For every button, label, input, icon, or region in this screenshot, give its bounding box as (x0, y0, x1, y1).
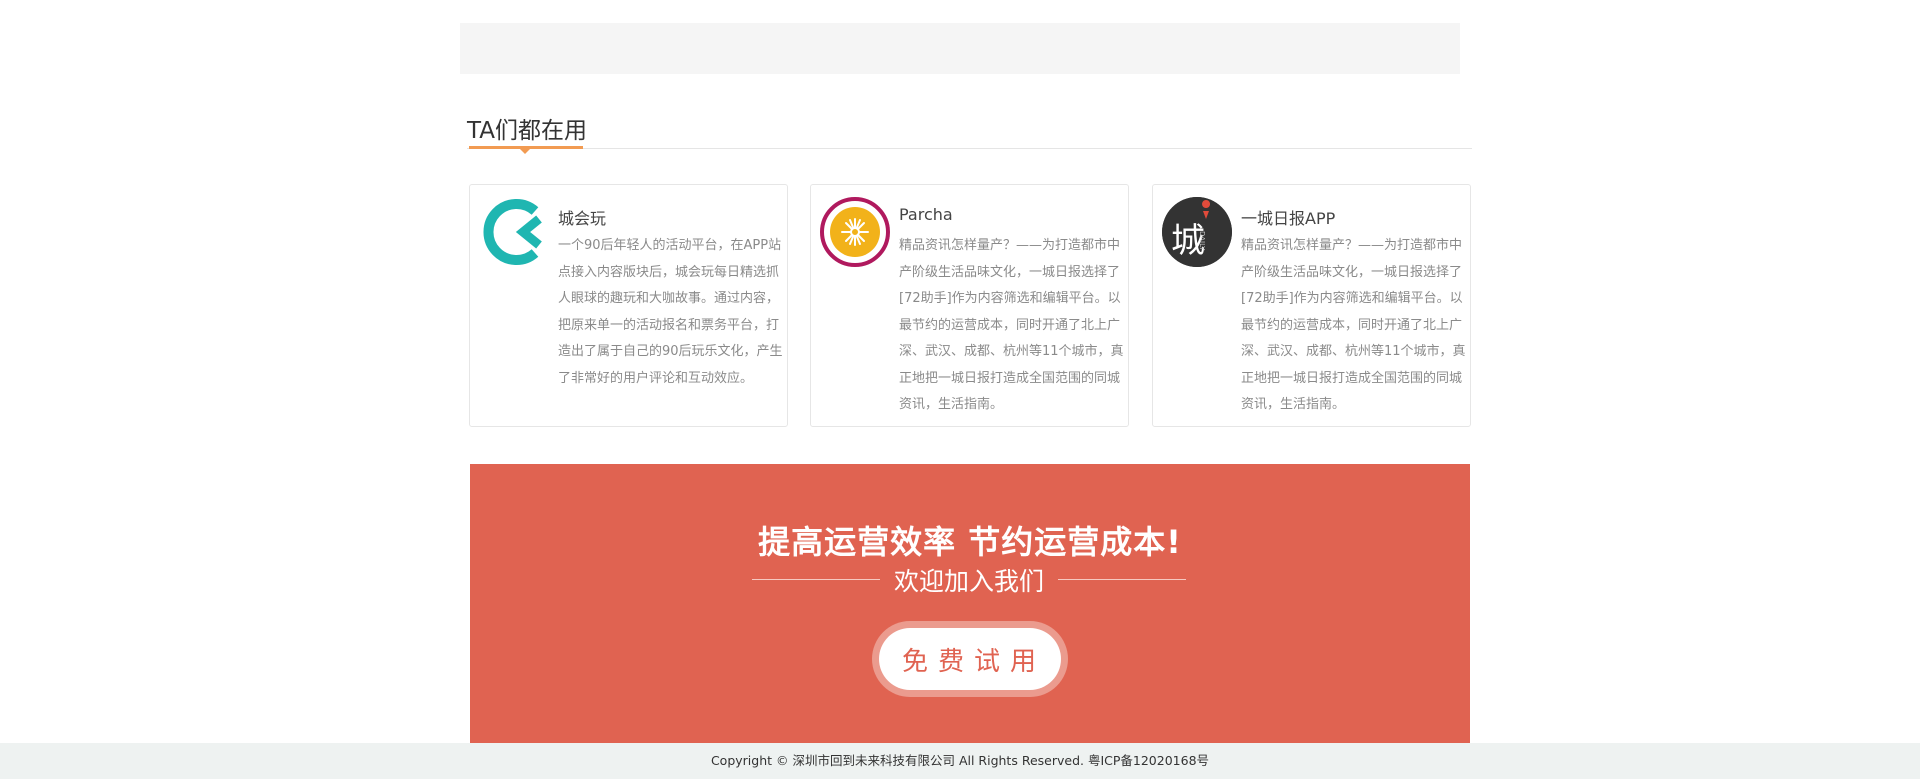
section-divider (467, 148, 1472, 149)
cta-subline: 欢迎加入我们 (893, 567, 1044, 596)
parcha-logo-icon (820, 197, 890, 267)
chenghuiwan-logo-icon (479, 197, 549, 267)
top-banner-placeholder (460, 23, 1460, 74)
client-description: 一个90后年轻人的活动平台，在APP站点接入内容版块后，城会玩每日精选抓人眼球的… (558, 238, 783, 386)
caret-down-icon (520, 149, 530, 154)
footer-copyright: Copyright © 深圳市回到未来科技有限公司 All Rights Res… (0, 743, 1920, 779)
section-header: TA们都在用 (467, 108, 1472, 154)
free-trial-button[interactable]: 免费试用 (879, 628, 1061, 690)
cta-headline: 提高运营效率 节约运营成本! (758, 523, 1182, 561)
client-name: Parcha (899, 205, 953, 224)
logo-small-text: DAILY (1198, 231, 1206, 251)
client-card-yicheng-daily[interactable]: 城 DAILY 一城日报APP 精品资讯怎样量产？——为打造都市中产阶级生活品味… (1152, 184, 1471, 427)
client-name: 一城日报APP (1241, 209, 1336, 228)
free-trial-button-ring: 免费试用 (872, 621, 1068, 697)
cta-banner: 提高运营效率 节约运营成本! 欢迎加入我们 免费试用 (470, 464, 1470, 744)
client-description: 精品资讯怎样量产？——为打造都市中产阶级生活品味文化，一城日报选择了[72助手]… (899, 238, 1124, 412)
section-title: TA们都在用 (467, 118, 587, 144)
client-description: 精品资讯怎样量产？——为打造都市中产阶级生活品味文化，一城日报选择了[72助手]… (1241, 238, 1466, 412)
cta-subline-wrap: 欢迎加入我们 (752, 562, 1186, 596)
client-card-chenghuiwan[interactable]: 城会玩 一个90后年轻人的活动平台，在APP站点接入内容版块后，城会玩每日精选抓… (469, 184, 788, 427)
client-name: 城会玩 (558, 209, 607, 228)
client-card-parcha[interactable]: Parcha 精品资讯怎样量产？——为打造都市中产阶级生活品味文化，一城日报选择… (810, 184, 1129, 427)
yicheng-daily-logo-icon: 城 DAILY (1162, 197, 1232, 267)
